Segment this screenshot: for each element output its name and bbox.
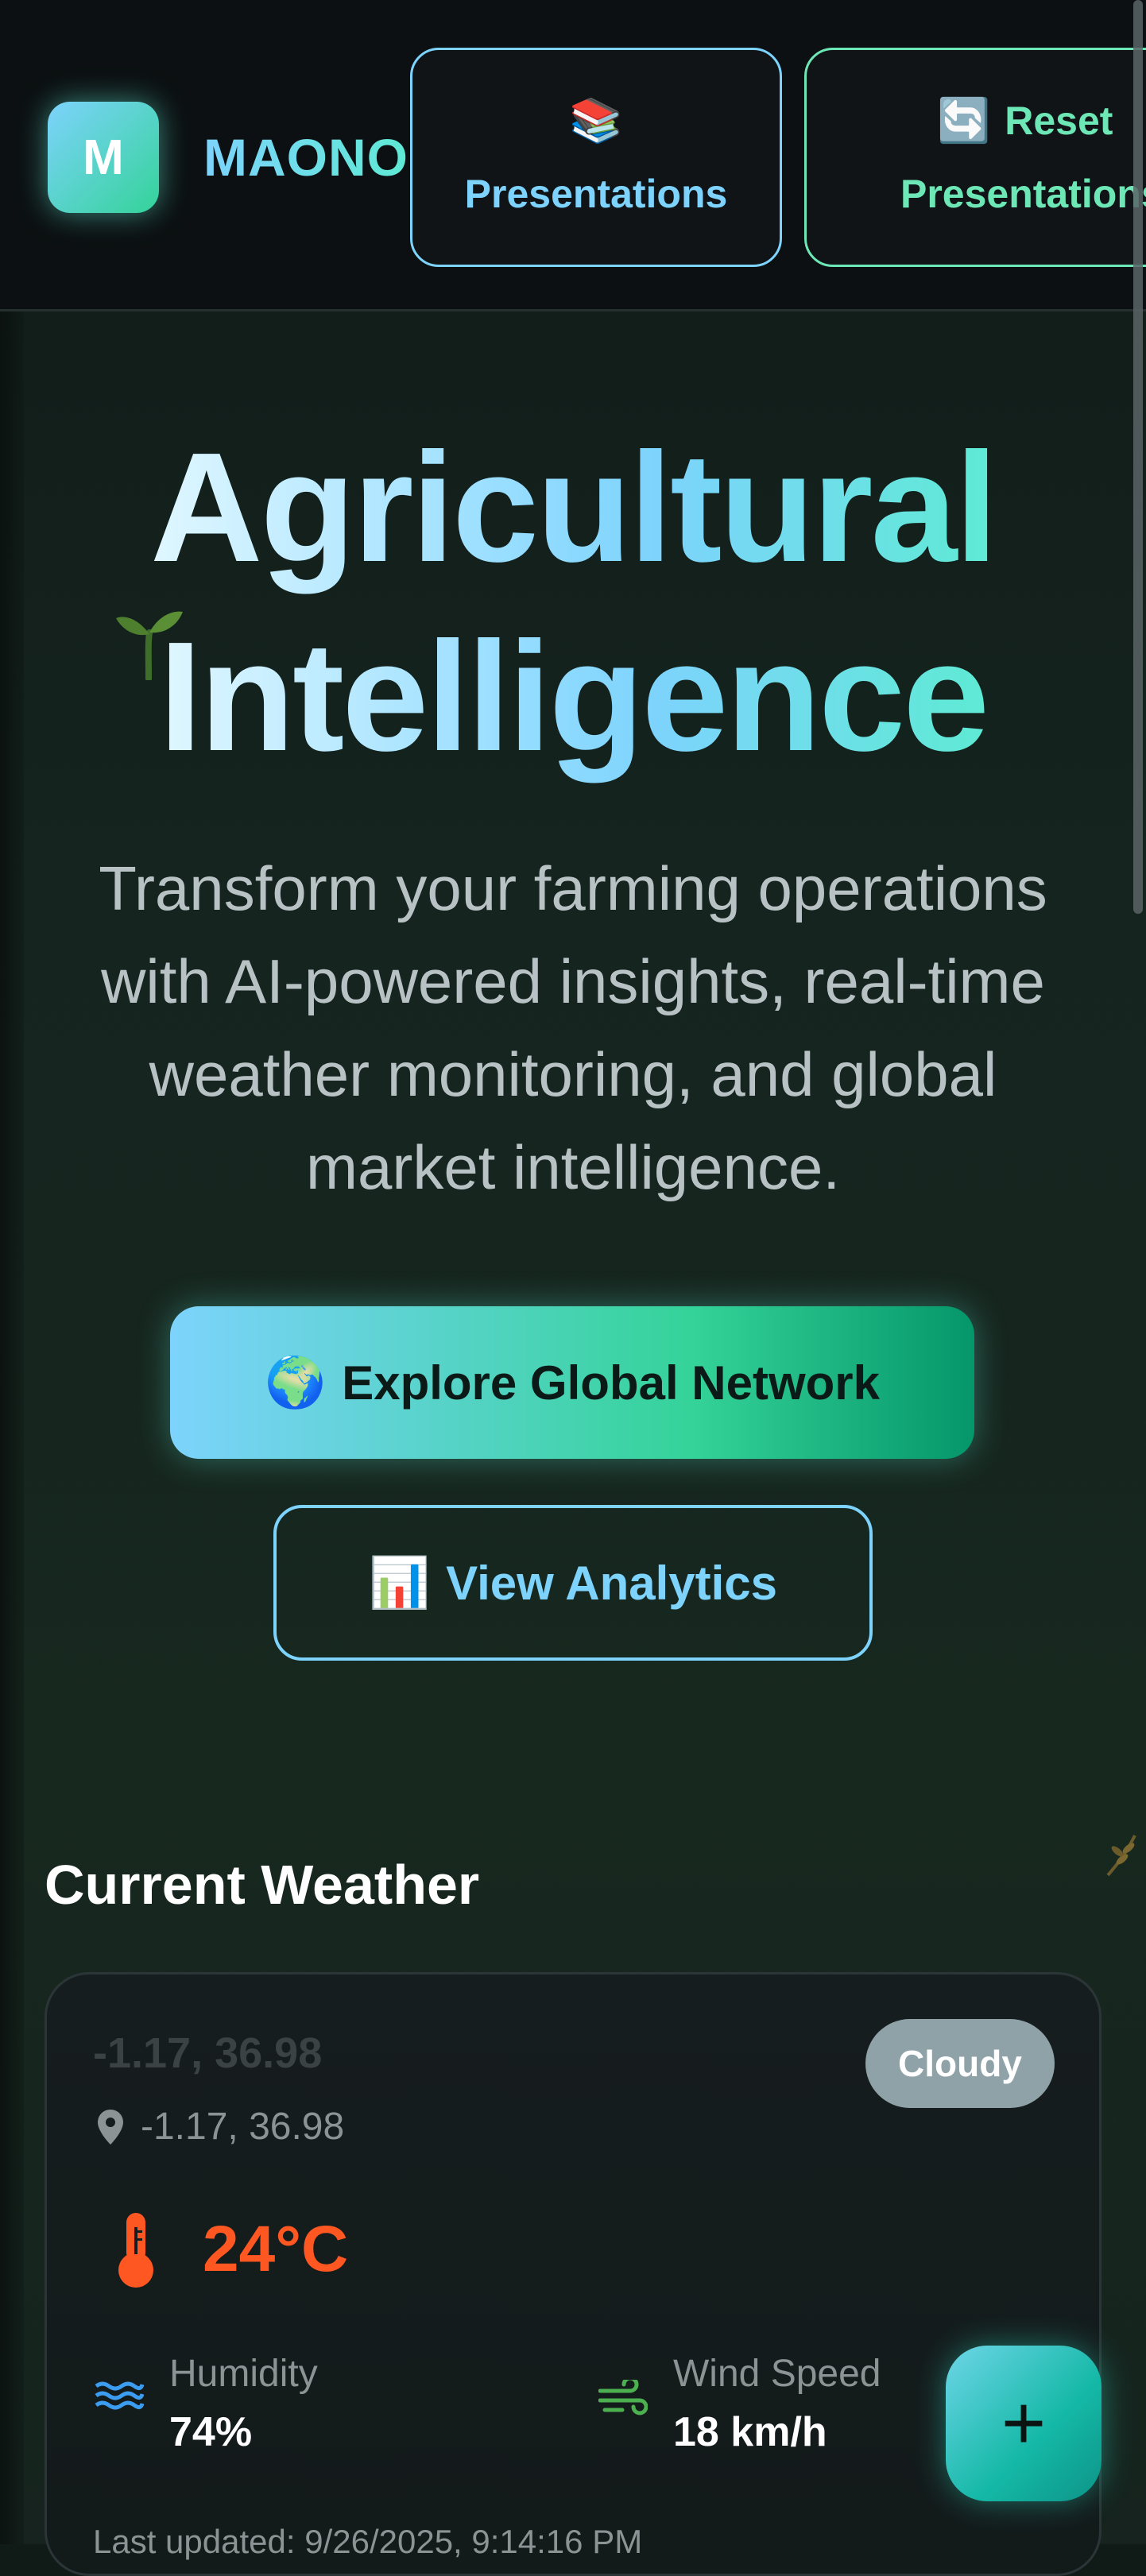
explore-global-network-label: Explore Global Network — [342, 1356, 881, 1410]
reset-presentations-label: Presentations — [900, 172, 1146, 216]
wind-speed-label: Wind Speed — [673, 2353, 881, 2395]
water-waves-icon — [95, 2381, 144, 2410]
presentations-label: Presentations — [464, 172, 728, 216]
weather-condition-badge: Cloudy — [865, 2019, 1055, 2108]
reset-word: Reset — [1005, 99, 1113, 143]
humidity-stat: Humidity 74% — [95, 2348, 318, 2464]
hero-subtitle: Transform your farming operations with A… — [99, 853, 1047, 1202]
wind-speed-value: 18 km/h — [673, 2409, 827, 2455]
humidity-label: Humidity — [169, 2353, 318, 2395]
view-analytics-button[interactable]: 📊 View Analytics — [273, 1505, 873, 1661]
wheat-icon — [1106, 1835, 1136, 1877]
humidity-value: 74% — [169, 2409, 253, 2455]
temperature-row: 24°C — [114, 2210, 348, 2289]
map-pin-icon — [98, 2109, 123, 2145]
add-fab-button[interactable]: + — [946, 2346, 1101, 2501]
hero-title-line1: Agricultural — [150, 420, 998, 594]
presentations-button[interactable]: 📚 Presentations — [410, 48, 782, 267]
explore-global-network-button[interactable]: 🌍 Explore Global Network — [170, 1306, 974, 1459]
weather-section-title: Current Weather — [45, 1854, 480, 1916]
globe-icon: 🌍 — [264, 1355, 327, 1410]
hero-title-line2: Intelligence — [158, 609, 989, 783]
weather-card: -1.17, 36.98 -1.17, 36.98 Cloudy 24°C Hu… — [45, 1972, 1101, 2576]
wind-stat: Wind Speed 18 km/h — [598, 2348, 881, 2464]
weather-location-row: -1.17, 36.98 — [96, 2105, 344, 2149]
books-icon: 📚 — [569, 97, 623, 145]
bar-chart-icon: 📊 — [368, 1555, 431, 1611]
view-analytics-label: View Analytics — [446, 1556, 778, 1610]
last-updated-text: Last updated: 9/26/2025, 9:14:16 PM — [93, 2523, 643, 2560]
brand-logo[interactable]: M — [48, 102, 159, 213]
temperature-value: 24°C — [203, 2213, 349, 2285]
plus-icon: + — [1001, 2381, 1047, 2466]
top-navbar: M MAONO 📚 Presentations 🔄 Reset Presenta… — [0, 0, 1146, 311]
brand-name[interactable]: MAONO — [203, 127, 410, 188]
thermometer-icon — [118, 2213, 153, 2288]
reset-presentations-button[interactable]: 🔄 Reset Presentations — [804, 48, 1146, 267]
weather-location-title: -1.17, 36.98 — [93, 2029, 323, 2077]
refresh-icon: 🔄 — [937, 97, 991, 145]
hero-title: Agricultural Intelligence — [0, 413, 1146, 791]
wind-icon — [598, 2380, 648, 2415]
weather-coordinates: -1.17, 36.98 — [141, 2106, 345, 2148]
logo-letter: M — [83, 130, 124, 185]
